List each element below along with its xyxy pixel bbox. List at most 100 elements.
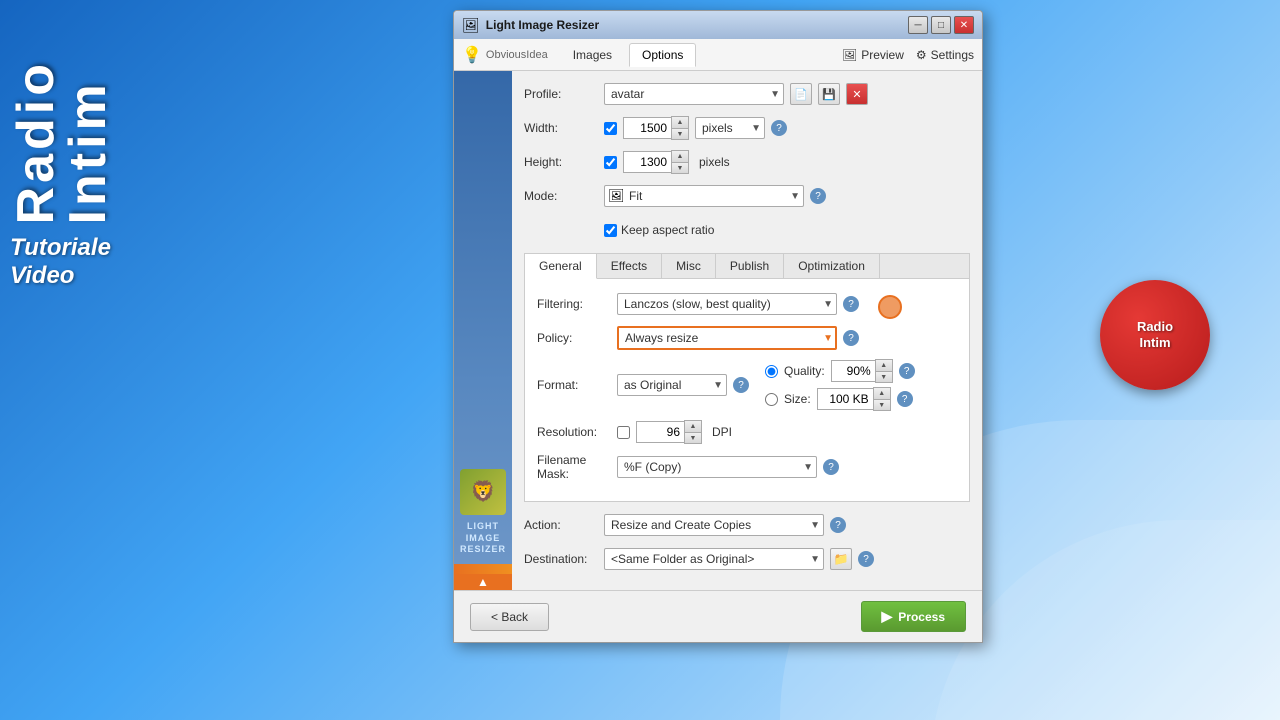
tab-general[interactable]: General (525, 254, 597, 279)
tab-effects[interactable]: Effects (597, 254, 662, 278)
resolution-unit-label: DPI (712, 425, 732, 439)
quality-spin-down[interactable]: ▼ (876, 371, 892, 382)
width-spin-up[interactable]: ▲ (672, 117, 688, 128)
aspect-ratio-checkbox[interactable] (604, 224, 617, 237)
width-spin-down[interactable]: ▼ (672, 128, 688, 139)
size-spin-up[interactable]: ▲ (874, 388, 890, 399)
left-panel: 🦁 LIGHT IMAGE RESIZER ▲ (454, 71, 512, 590)
height-input[interactable] (623, 151, 671, 173)
preview-action[interactable]: 🖼 Preview (842, 48, 904, 62)
action-select-wrapper: Resize and Create Copies ▼ (604, 514, 824, 536)
action-help-icon[interactable]: ? (830, 517, 846, 533)
size-help-icon[interactable]: ? (897, 391, 913, 407)
resolution-checkbox[interactable] (617, 426, 630, 439)
tab-publish[interactable]: Publish (716, 254, 784, 278)
inner-tabs-container: General Effects Misc Publish Optimizatio… (524, 253, 970, 502)
filtering-help-icon[interactable]: ? (843, 296, 859, 312)
filename-mask-row: Filename Mask: %F (Copy) ▼ ? (537, 453, 957, 481)
policy-control: Always resize ▼ ? (617, 326, 957, 350)
profile-delete-button[interactable]: ✕ (846, 83, 868, 105)
quality-spin-up[interactable]: ▲ (876, 360, 892, 371)
minimize-button[interactable]: ─ (908, 16, 928, 34)
filename-mask-select[interactable]: %F (Copy) (617, 456, 817, 478)
tab-images[interactable]: Images (560, 43, 625, 67)
filename-mask-help-icon[interactable]: ? (823, 459, 839, 475)
inner-tabs-content: Filtering: Lanczos (slow, best quality) … (525, 279, 969, 501)
resolution-input-group: ▲ ▼ (636, 420, 702, 444)
quality-input-group: ▲ ▼ (831, 359, 893, 383)
quality-help-icon[interactable]: ? (899, 363, 915, 379)
titlebar-buttons: ─ □ ✕ (908, 16, 974, 34)
resolution-input[interactable] (636, 421, 684, 443)
height-label: Height: (524, 155, 604, 169)
width-input[interactable] (623, 117, 671, 139)
brand-line2: TutorialeVideo (10, 234, 114, 290)
mode-row: Mode: Fit 🖼 ▼ ? (524, 183, 970, 209)
mode-help-icon[interactable]: ? (810, 188, 826, 204)
resolution-control: ▲ ▼ DPI (617, 420, 957, 444)
resolution-spin-down[interactable]: ▼ (685, 432, 701, 443)
filtering-select-wrapper: Lanczos (slow, best quality) ▼ (617, 293, 837, 315)
profile-row: Profile: avatar ▼ 📄 💾 ✕ (524, 81, 970, 107)
action-row: Action: Resize and Create Copies ▼ ? (524, 512, 970, 538)
settings-icon: ⚙ (916, 48, 927, 62)
profile-new-button[interactable]: 📄 (790, 83, 812, 105)
quality-radio[interactable] (765, 365, 778, 378)
height-spin-up[interactable]: ▲ (672, 151, 688, 162)
height-row: Height: ▲ ▼ pixels (524, 149, 970, 175)
policy-select[interactable]: Always resize (617, 326, 837, 350)
size-spin-down[interactable]: ▼ (874, 399, 890, 410)
destination-browse-button[interactable]: 📁 (830, 548, 852, 570)
format-select[interactable]: as Original (617, 374, 727, 396)
quality-row: Quality: ▲ ▼ ? (765, 359, 915, 383)
quality-spinners: ▲ ▼ (875, 359, 893, 383)
size-input[interactable] (817, 388, 873, 410)
mode-select[interactable]: Fit (604, 185, 804, 207)
panel-orange-bar (454, 564, 512, 574)
main-content: Profile: avatar ▼ 📄 💾 ✕ Width: (512, 71, 982, 590)
resolution-spinners: ▲ ▼ (684, 420, 702, 444)
format-label: Format: (537, 378, 617, 392)
height-control: ▲ ▼ pixels (604, 150, 970, 174)
format-help-icon[interactable]: ? (733, 377, 749, 393)
action-select[interactable]: Resize and Create Copies (604, 514, 824, 536)
process-button[interactable]: ▶ Process (861, 601, 966, 632)
tab-misc[interactable]: Misc (662, 254, 716, 278)
filtering-label: Filtering: (537, 297, 617, 311)
policy-help-icon[interactable]: ? (843, 330, 859, 346)
quality-input[interactable] (831, 360, 875, 382)
maximize-button[interactable]: □ (931, 16, 951, 34)
mode-label: Mode: (524, 189, 604, 203)
back-button[interactable]: < Back (470, 603, 549, 631)
height-spin-down[interactable]: ▼ (672, 162, 688, 173)
inner-tabs-header: General Effects Misc Publish Optimizatio… (525, 254, 969, 279)
aspect-ratio-label[interactable]: Keep aspect ratio (604, 223, 714, 237)
filtering-select[interactable]: Lanczos (slow, best quality) (617, 293, 837, 315)
destination-label: Destination: (524, 552, 604, 566)
width-help-icon[interactable]: ? (771, 120, 787, 136)
width-checkbox[interactable] (604, 122, 617, 135)
size-row: Size: ▲ ▼ ? (765, 387, 915, 411)
destination-control: <Same Folder as Original> ▼ 📁 ? (604, 548, 970, 570)
resolution-label: Resolution: (537, 425, 617, 439)
height-checkbox[interactable] (604, 156, 617, 169)
format-select-wrapper: as Original ▼ (617, 374, 727, 396)
close-button[interactable]: ✕ (954, 16, 974, 34)
resolution-spin-up[interactable]: ▲ (685, 421, 701, 432)
window-body: 🦁 LIGHT IMAGE RESIZER ▲ Profile: avatar (454, 71, 982, 590)
destination-select-wrapper: <Same Folder as Original> ▼ (604, 548, 824, 570)
tab-optimization[interactable]: Optimization (784, 254, 880, 278)
settings-action[interactable]: ⚙ Settings (916, 48, 974, 62)
brand-area: 💡 ObviousIdea (462, 45, 548, 65)
height-unit-label: pixels (699, 155, 730, 169)
logo-circle: Radio Intim (1100, 280, 1210, 390)
filtering-row: Filtering: Lanczos (slow, best quality) … (537, 291, 957, 317)
profile-select[interactable]: avatar (604, 83, 784, 105)
destination-help-icon[interactable]: ? (858, 551, 874, 567)
tab-options[interactable]: Options (629, 43, 696, 67)
mode-control: Fit 🖼 ▼ ? (604, 185, 970, 207)
width-unit-select[interactable]: pixels percent cm (695, 117, 765, 139)
destination-select[interactable]: <Same Folder as Original> (604, 548, 824, 570)
profile-save-button[interactable]: 💾 (818, 83, 840, 105)
size-radio[interactable] (765, 393, 778, 406)
